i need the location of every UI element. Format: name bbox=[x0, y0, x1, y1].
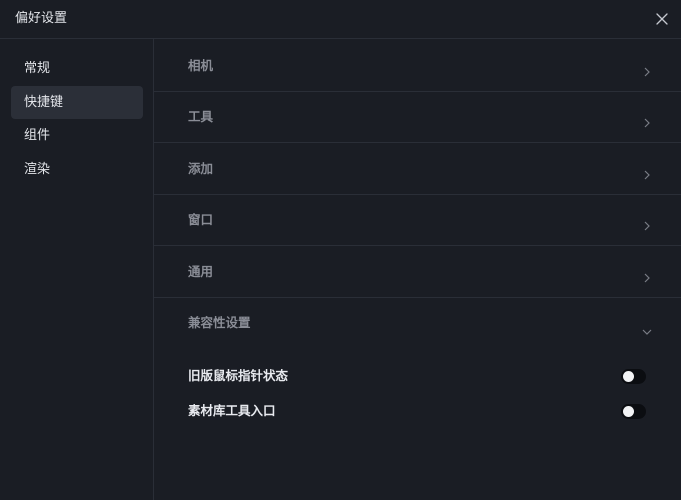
chevron-right-icon bbox=[643, 62, 651, 77]
close-icon[interactable] bbox=[655, 11, 669, 25]
setting-legacy-cursor-state: 旧版鼠标指针状态 bbox=[154, 364, 681, 388]
section-compatibility[interactable]: 兼容性设置 bbox=[154, 298, 681, 349]
section-window[interactable]: 窗口 bbox=[154, 195, 681, 246]
chevron-right-icon bbox=[643, 113, 651, 128]
preferences-window: 偏好设置 常规 快捷键 组件 渲染 相机 工具 添加 窗口 通用 兼容性设置 旧… bbox=[0, 0, 681, 500]
section-label: 兼容性设置 bbox=[188, 315, 251, 330]
setting-label: 素材库工具入口 bbox=[188, 403, 276, 418]
sidebar-item-general[interactable]: 常规 bbox=[11, 52, 143, 85]
sidebar-item-shortcuts[interactable]: 快捷键 bbox=[11, 86, 143, 119]
section-add[interactable]: 添加 bbox=[154, 144, 681, 195]
toggle-knob bbox=[623, 371, 634, 382]
chevron-down-icon bbox=[642, 321, 652, 335]
section-label: 工具 bbox=[188, 109, 214, 124]
section-label: 添加 bbox=[188, 161, 214, 176]
section-label: 窗口 bbox=[188, 212, 214, 227]
chevron-right-icon bbox=[643, 165, 651, 180]
sidebar-item-components[interactable]: 组件 bbox=[11, 119, 143, 152]
sidebar: 常规 快捷键 组件 渲染 bbox=[0, 39, 154, 500]
setting-asset-library-entry: 素材库工具入口 bbox=[154, 399, 681, 423]
title-bar: 偏好设置 bbox=[0, 0, 681, 39]
asset-library-toggle[interactable] bbox=[621, 404, 646, 419]
sidebar-item-rendering[interactable]: 渲染 bbox=[11, 153, 143, 186]
settings-content: 相机 工具 添加 窗口 通用 兼容性设置 旧版鼠标指针状态 素材库工具入口 bbox=[154, 39, 681, 500]
chevron-right-icon bbox=[643, 216, 651, 231]
legacy-cursor-toggle[interactable] bbox=[621, 369, 646, 384]
window-title: 偏好设置 bbox=[15, 11, 68, 26]
section-label: 通用 bbox=[188, 264, 214, 279]
section-camera[interactable]: 相机 bbox=[154, 41, 681, 92]
section-common[interactable]: 通用 bbox=[154, 247, 681, 298]
section-label: 相机 bbox=[188, 58, 214, 73]
setting-label: 旧版鼠标指针状态 bbox=[188, 368, 289, 383]
toggle-knob bbox=[623, 406, 634, 417]
chevron-right-icon bbox=[643, 268, 651, 283]
section-tools[interactable]: 工具 bbox=[154, 92, 681, 143]
